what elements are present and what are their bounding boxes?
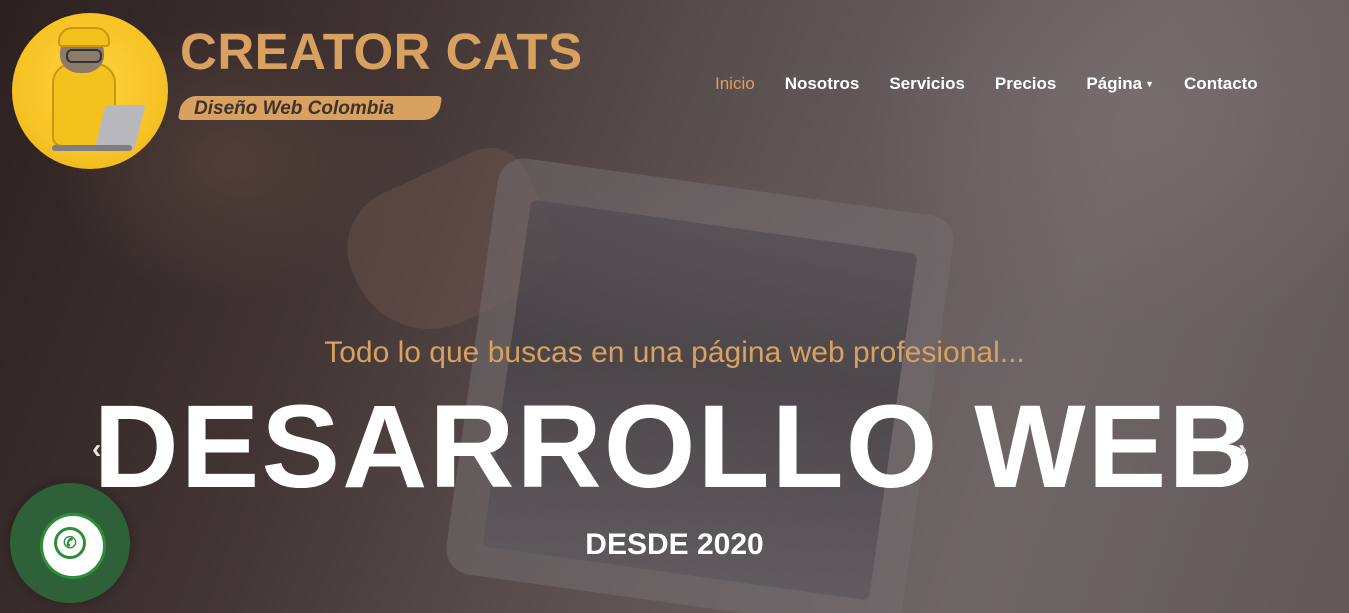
brand-name[interactable]: CREATOR CATS: [180, 26, 583, 77]
chevron-right-icon[interactable]: ›: [1238, 433, 1247, 465]
nav-item-nosotros[interactable]: Nosotros: [785, 74, 860, 94]
chevron-left-icon[interactable]: ‹: [92, 433, 101, 465]
brand-tagline: Diseño Web Colombia: [194, 98, 395, 119]
caret-down-icon: ▼: [1145, 79, 1155, 89]
hero-title: DESARROLLO WEB: [93, 381, 1256, 513]
hero-subtitle: Todo lo que buscas en una página web pro…: [324, 336, 1025, 369]
nav-item-precios[interactable]: Precios: [995, 74, 1056, 94]
logo-cat-hat: [58, 27, 110, 47]
logo-laptop-base: [52, 145, 132, 151]
nav-item-pagina-label: Página: [1086, 74, 1143, 93]
cat-developer-logo[interactable]: [12, 13, 168, 169]
nav-item-pagina[interactable]: Página ▼: [1086, 74, 1154, 94]
hero-since: DESDE 2020: [585, 528, 764, 561]
nav-item-contacto[interactable]: Contacto: [1184, 74, 1258, 94]
nav-item-inicio[interactable]: Inicio: [715, 74, 755, 94]
hero-section: CREATOR CATS Diseño Web Colombia Inicio …: [0, 0, 1349, 613]
main-nav: Inicio Nosotros Servicios Precios Página…: [715, 74, 1288, 94]
logo-cat-glasses: [66, 49, 102, 63]
nav-item-servicios[interactable]: Servicios: [889, 74, 965, 94]
whatsapp-icon[interactable]: ✆: [54, 527, 86, 559]
